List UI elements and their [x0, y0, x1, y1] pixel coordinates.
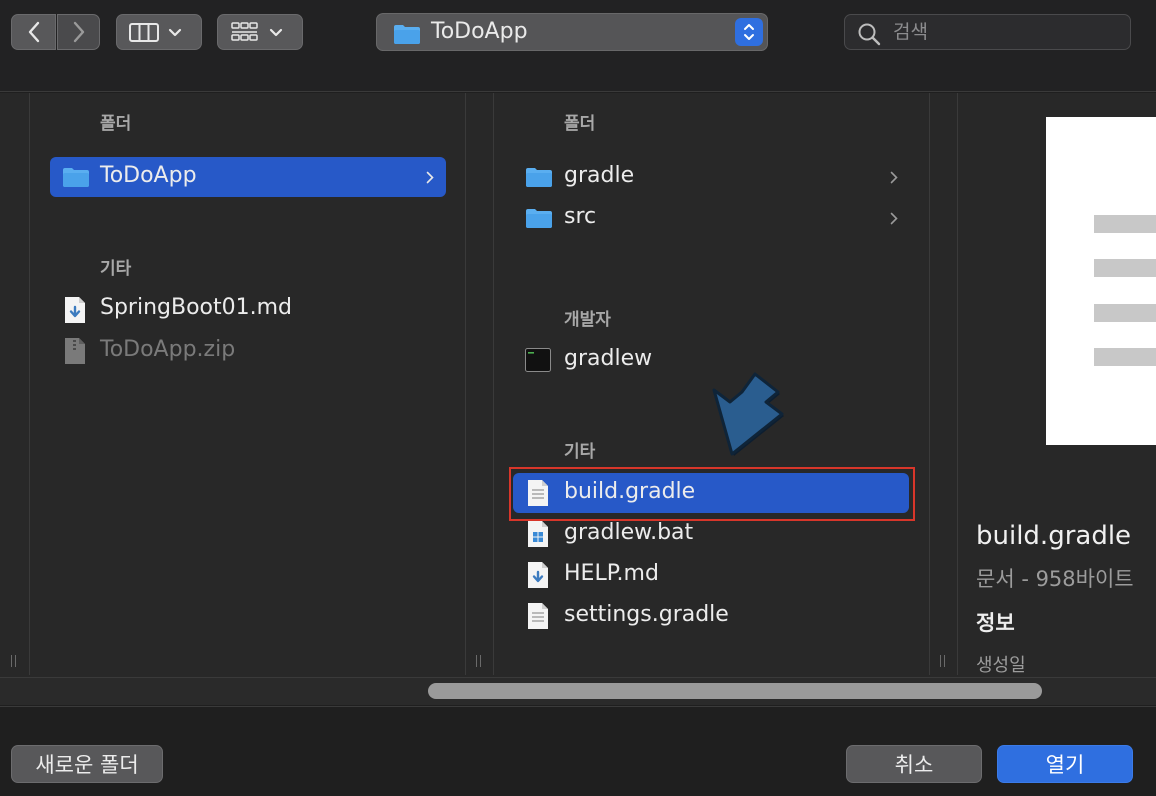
windows-bat-icon [528, 521, 548, 547]
section-header-developer: 개발자 [564, 310, 611, 330]
zip-file-icon [65, 338, 85, 364]
location-label: ToDoApp [431, 19, 528, 44]
annotation-highlight-box [509, 467, 915, 521]
search-field[interactable] [844, 14, 1131, 50]
document-icon [528, 603, 548, 629]
column-resize-handle[interactable] [476, 655, 482, 667]
terminal-exec-icon [525, 348, 551, 372]
back-button[interactable] [11, 14, 56, 50]
list-item-src-folder[interactable]: src [513, 198, 909, 238]
column-divider [465, 93, 466, 675]
cancel-button[interactable]: 취소 [846, 745, 982, 783]
annotation-arrow-icon [712, 372, 784, 456]
list-item-settings-gradle[interactable]: settings.gradle [513, 596, 909, 636]
item-label: settings.gradle [564, 602, 729, 627]
dialog-footer: 새로운 폴더 취소 열기 [0, 706, 1156, 796]
column-divider [493, 93, 494, 675]
open-file-dialog: ToDoApp 폴더 ToDoApp 기타 [0, 0, 1156, 796]
markdown-file-icon [528, 562, 548, 588]
up-down-chevron-icon [735, 18, 763, 46]
open-button[interactable]: 열기 [997, 745, 1133, 783]
chevron-right-icon [890, 212, 898, 225]
search-icon [858, 23, 881, 46]
group-button[interactable] [217, 14, 303, 50]
chevron-right-icon [890, 171, 898, 184]
folder-icon [526, 209, 552, 228]
item-label: HELP.md [564, 561, 659, 586]
section-header-other: 기타 [100, 259, 132, 279]
view-mode-button[interactable] [116, 14, 202, 50]
column-browser: 폴더 ToDoApp 기타 SpringBoot01.md ToDoApp.zi… [0, 93, 1156, 705]
markdown-file-icon [65, 297, 85, 323]
item-label: gradle [564, 163, 635, 188]
list-item-todoapp-folder[interactable]: ToDoApp [50, 157, 446, 197]
folder-icon [394, 25, 420, 44]
grid-group-icon [231, 22, 283, 41]
preview-created-label: 생성일 [976, 655, 1026, 676]
list-item-help-md[interactable]: HELP.md [513, 555, 909, 595]
list-item-springboot01-md[interactable]: SpringBoot01.md [50, 289, 446, 329]
item-label: gradlew.bat [564, 520, 694, 545]
columns-view-icon [129, 23, 182, 42]
column-resize-handle[interactable] [11, 655, 17, 667]
chevron-right-icon [426, 171, 434, 184]
toolbar: ToDoApp [0, 0, 1156, 92]
column-divider [29, 93, 30, 675]
item-label: src [564, 204, 597, 229]
chevron-left-icon [28, 21, 39, 43]
item-label: ToDoApp [100, 163, 197, 188]
file-preview-thumbnail [1046, 117, 1156, 445]
section-header-folders: 폴더 [564, 114, 596, 134]
folder-icon [63, 168, 89, 187]
preview-info-header: 정보 [976, 611, 1015, 635]
list-item-todoapp-zip: ToDoApp.zip [50, 331, 446, 371]
chevron-right-icon [73, 21, 84, 43]
forward-button[interactable] [57, 14, 100, 50]
item-label: ToDoApp.zip [100, 337, 236, 362]
preview-file-kind: 문서 - 958바이트 [976, 567, 1134, 591]
column-divider [929, 93, 930, 675]
preview-file-name: build.gradle [976, 521, 1132, 551]
column-resize-handle[interactable] [940, 655, 946, 667]
section-header-other: 기타 [564, 442, 596, 462]
new-folder-button[interactable]: 새로운 폴더 [11, 745, 163, 783]
folder-icon [526, 168, 552, 187]
item-label: SpringBoot01.md [100, 295, 293, 320]
search-input[interactable] [893, 17, 1123, 47]
scrollbar-thumb[interactable] [428, 683, 1042, 699]
item-label: gradlew [564, 346, 653, 371]
location-popup[interactable]: ToDoApp [376, 13, 768, 51]
list-item-gradle-folder[interactable]: gradle [513, 157, 909, 197]
column-divider [957, 93, 958, 675]
section-header-folders: 폴더 [100, 114, 132, 134]
